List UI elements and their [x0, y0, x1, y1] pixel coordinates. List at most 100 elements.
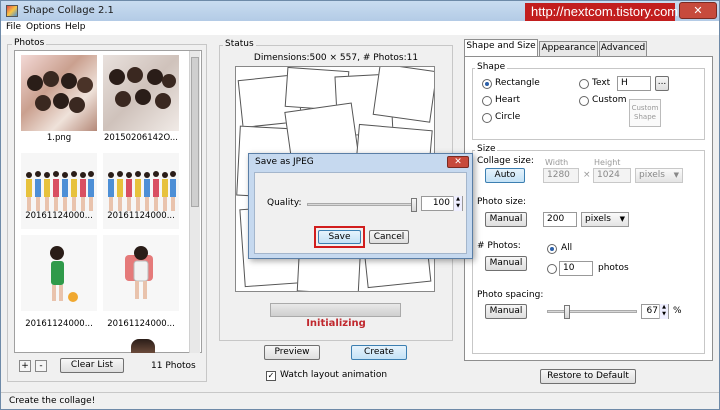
height-input[interactable]: 1024 — [593, 168, 631, 183]
spacing-unit: % — [673, 306, 682, 316]
spacing-slider-thumb[interactable] — [563, 305, 570, 319]
restore-default-button[interactable]: Restore to Default — [540, 369, 636, 384]
times-sign: × — [583, 170, 591, 180]
photo-size-input[interactable]: 200 — [543, 212, 577, 227]
quality-spinner[interactable]: ▲ ▼ — [453, 196, 462, 211]
group-photo-icon — [27, 71, 93, 113]
collage-unit-select[interactable]: pixels ▼ — [635, 168, 683, 183]
photo-unit-select[interactable]: pixels ▼ — [581, 212, 629, 227]
photo-list[interactable]: 1.png 20150206142O... 20161124000... 201… — [14, 50, 202, 353]
height-label: Height — [594, 158, 621, 167]
photo-thumbnail[interactable] — [103, 235, 179, 311]
text-radio[interactable] — [579, 79, 589, 89]
create-button[interactable]: Create — [351, 345, 407, 360]
custom-label: Custom — [592, 95, 627, 105]
photo-unit-value: pixels — [585, 214, 611, 224]
add-photo-button[interactable]: + — [19, 360, 31, 372]
window-title: Shape Collage 2.1 — [23, 5, 114, 16]
cancel-button[interactable]: Cancel — [369, 230, 409, 244]
clear-list-button[interactable]: Clear List — [60, 358, 124, 373]
status-bar-text: Create the collage! — [9, 396, 96, 406]
person-photo-icon — [125, 246, 153, 299]
custom-radio[interactable] — [579, 96, 589, 106]
preview-button[interactable]: Preview — [264, 345, 320, 360]
tab-appearance[interactable]: Appearance — [539, 41, 598, 56]
count-photos-radio[interactable] — [547, 264, 557, 274]
width-input[interactable]: 1280 — [543, 168, 579, 183]
shape-group-label: Shape — [475, 62, 508, 72]
num-photos-label: # Photos: — [477, 241, 521, 251]
num-photos-input[interactable]: 10 — [559, 261, 593, 276]
menu-help[interactable]: Help — [65, 22, 86, 32]
photo-list-scrollbar[interactable] — [189, 51, 200, 353]
rectangle-label: Rectangle — [495, 78, 540, 88]
heart-label: Heart — [495, 95, 521, 105]
all-photos-radio[interactable] — [547, 244, 557, 254]
photo-size-label: Photo size: — [477, 197, 527, 207]
spacing-spinner[interactable]: ▲ ▼ — [659, 304, 668, 319]
dimensions-text: Dimensions:500 × 557, # Photos:11 — [253, 53, 419, 63]
app-icon — [6, 5, 18, 17]
heart-radio[interactable] — [482, 96, 492, 106]
circle-radio[interactable] — [482, 113, 492, 123]
scrollbar-thumb[interactable] — [191, 57, 199, 207]
font-browse-button[interactable]: ... — [655, 76, 669, 91]
chevron-down-icon: ▼ — [673, 171, 679, 179]
shape-size-panel: Shape Rectangle Heart Circle Text H ... … — [464, 56, 713, 361]
menu-file[interactable]: File — [6, 22, 21, 32]
custom-shape-button[interactable]: Custom Shape — [629, 99, 661, 127]
title-bar[interactable]: Shape Collage 2.1 http://nextcom.tistory… — [1, 1, 719, 21]
tab-shape-and-size[interactable]: Shape and Size — [464, 39, 538, 57]
watermark-label: http://nextcom.tistory.com — [525, 3, 678, 21]
dialog-close-button[interactable]: ✕ — [447, 156, 469, 168]
width-label: Width — [545, 158, 569, 167]
app-window: Shape Collage 2.1 http://nextcom.tistory… — [0, 0, 720, 410]
all-photos-label: All — [561, 243, 573, 253]
text-label: Text — [592, 78, 611, 88]
menu-options[interactable]: Options — [26, 22, 61, 32]
photo-count: 11 Photos — [151, 361, 196, 371]
watch-animation-checkbox[interactable]: ✓ — [266, 371, 276, 381]
save-jpeg-dialog: Save as JPEG ✕ Quality: 100 ▲ ▼ Save Canc… — [248, 153, 473, 259]
rectangle-radio[interactable] — [482, 79, 492, 89]
quality-value: 100 — [432, 198, 450, 208]
collage-tile — [372, 67, 434, 123]
shape-text-input[interactable]: H — [617, 76, 651, 91]
quality-label: Quality: — [267, 198, 302, 208]
dialog-title: Save as JPEG — [255, 157, 314, 167]
status-group-label: Status — [223, 39, 256, 49]
size-group-label: Size — [475, 144, 498, 154]
photo-caption: 20161124000... — [25, 211, 93, 221]
progress-bar — [270, 303, 401, 317]
partial-thumbnail — [131, 339, 155, 353]
close-window-button[interactable]: ✕ — [679, 2, 717, 19]
person-photo-icon — [50, 246, 78, 302]
remove-photo-button[interactable]: - — [35, 360, 47, 372]
status-bar: Create the collage! — [1, 392, 719, 409]
collage-size-label: Collage size: — [477, 156, 534, 166]
num-photos-manual-button[interactable]: Manual — [485, 256, 527, 271]
spacing-manual-button[interactable]: Manual — [485, 304, 527, 319]
photo-caption: 20161124000... — [25, 319, 93, 329]
circle-label: Circle — [495, 112, 521, 122]
save-button[interactable]: Save — [318, 230, 361, 244]
menu-bar: File Options Help — [1, 21, 719, 35]
photo-spacing-label: Photo spacing: — [477, 290, 544, 300]
quality-slider[interactable] — [307, 203, 417, 206]
quality-slider-thumb[interactable] — [411, 198, 417, 212]
photo-thumbnail[interactable] — [103, 55, 179, 131]
photos-group-label: Photos — [12, 38, 47, 48]
chevron-down-icon: ▼ — [619, 215, 625, 223]
auto-size-button[interactable]: Auto — [485, 168, 525, 183]
photos-suffix: photos — [598, 263, 629, 273]
spacing-value: 67 — [646, 306, 658, 316]
tab-advanced[interactable]: Advanced — [599, 41, 647, 56]
photo-thumbnail[interactable] — [21, 55, 97, 131]
spacing-slider[interactable] — [547, 310, 637, 313]
progress-status: Initializing — [306, 318, 366, 329]
photo-thumbnail[interactable] — [21, 235, 97, 311]
photo-caption: 20150206142O... — [104, 133, 178, 143]
dialog-body: Quality: 100 ▲ ▼ Save Cancel — [254, 172, 467, 254]
photo-size-manual-button[interactable]: Manual — [485, 212, 527, 227]
watch-animation-label: Watch layout animation — [280, 370, 388, 380]
